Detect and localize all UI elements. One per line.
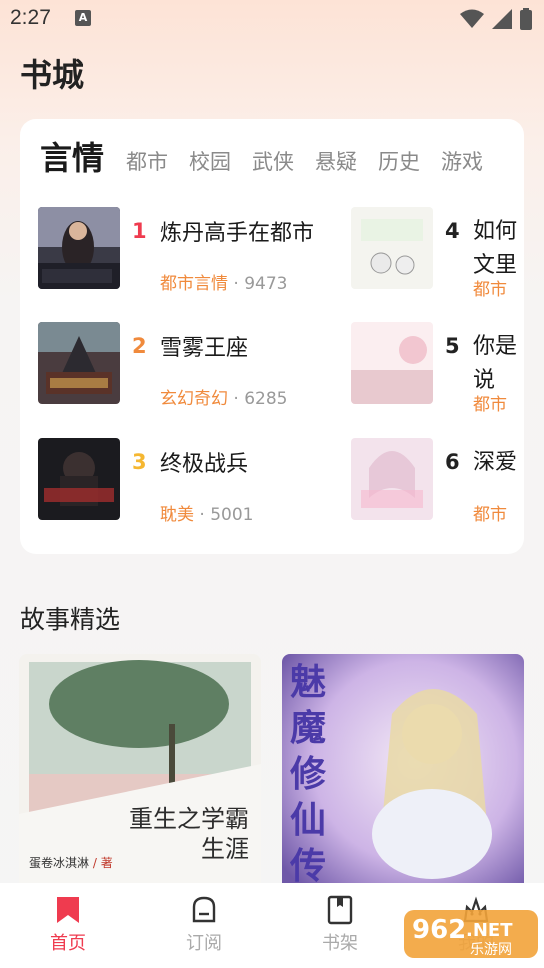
book-cover-6 — [351, 438, 433, 520]
tab-game[interactable]: 游戏 — [441, 146, 483, 176]
book-item-1[interactable]: 1 炼丹高手在都市 都市言情 · 9473 — [38, 207, 358, 294]
book-item-6[interactable]: 6 深爱 都市 — [351, 438, 524, 525]
book-item-4[interactable]: 4 如何文里 都市 — [351, 207, 524, 300]
book-category: 都市 — [473, 505, 507, 525]
notification-icon: A — [75, 10, 91, 26]
book-title: 深爱 — [473, 450, 518, 475]
nav-subscribe[interactable]: 订阅 — [164, 895, 244, 955]
nav-label: 书架 — [322, 933, 358, 954]
book-meta: 都市 — [473, 500, 507, 525]
book-category: 都市言情 — [160, 274, 228, 294]
book-category: 都市 — [473, 395, 507, 415]
book-sep: · — [228, 274, 245, 294]
story-cover-title: 魅魔修仙传 — [290, 662, 327, 887]
page-title: 书城 — [20, 56, 85, 94]
ranking-card: 言情 都市 校园 武侠 悬疑 历史 游戏 1 炼丹高手在都市 都市言情 · 94… — [20, 119, 524, 554]
nav-home[interactable]: 首页 — [28, 895, 108, 955]
svg-text:乐游网: 乐游网 — [470, 942, 512, 958]
book-meta: 玄幻奇幻 · 6285 — [160, 384, 287, 409]
book-title: 如何文里 — [473, 219, 518, 278]
category-tabs: 言情 都市 校园 武侠 悬疑 历史 游戏 — [40, 133, 504, 179]
book-meta: 都市 — [473, 390, 507, 415]
story-author: 蛋卷冰淇淋 — [29, 856, 90, 870]
rank-number: 5 — [445, 334, 460, 358]
book-sep: · — [228, 389, 245, 409]
rank-number: 3 — [132, 450, 147, 474]
nav-label: 首页 — [50, 933, 86, 954]
book-sep: · — [194, 505, 211, 525]
subscribe-icon — [192, 896, 216, 923]
story-card-1[interactable]: 重生之学霸生涯 蛋卷冰淇淋 / 著 — [19, 654, 261, 894]
watermark-logo: 962 .NET 乐游网 — [404, 906, 538, 962]
svg-text:.NET: .NET — [466, 920, 513, 941]
status-time: 2:27 — [10, 6, 51, 29]
story-cover-title: 重生之学霸生涯 — [129, 805, 249, 863]
story-author-line: 蛋卷冰淇淋 / 著 — [29, 854, 113, 871]
bookmark-icon — [57, 897, 79, 923]
rank-number: 2 — [132, 334, 147, 358]
section-title: 故事精选 — [20, 605, 121, 634]
book-cover-1 — [38, 207, 120, 289]
book-category: 都市 — [473, 280, 507, 300]
rank-number: 1 — [132, 219, 147, 243]
book-meta: 都市言情 · 9473 — [160, 269, 287, 294]
book-count: 9473 — [244, 274, 288, 294]
book-cover-3 — [38, 438, 120, 520]
book-title: 你是说 — [473, 334, 518, 393]
book-item-5[interactable]: 5 你是说 都市 — [351, 322, 524, 415]
bookshelf-icon — [327, 895, 353, 925]
book-meta: 耽美 · 5001 — [160, 500, 253, 525]
nav-bookshelf[interactable]: 书架 — [300, 895, 380, 955]
book-title: 终极战兵 — [160, 452, 249, 477]
status-icons — [460, 8, 532, 30]
book-cover-4 — [351, 207, 433, 289]
book-title: 炼丹高手在都市 — [160, 221, 315, 246]
story-card-2[interactable]: 魅魔修仙传 — [282, 654, 524, 894]
status-bar: 2:27 A — [0, 0, 544, 36]
tab-mystery[interactable]: 悬疑 — [315, 146, 357, 176]
book-meta: 都市 — [473, 275, 507, 300]
tab-urban[interactable]: 都市 — [126, 146, 168, 176]
battery-icon — [520, 8, 532, 30]
book-category: 耽美 — [160, 505, 194, 525]
signal-icon — [492, 9, 512, 29]
book-category: 玄幻奇幻 — [160, 389, 228, 409]
nav-label: 订阅 — [186, 933, 222, 954]
svg-text:962: 962 — [412, 915, 466, 945]
wifi-icon — [460, 9, 484, 28]
book-title: 雪雾王座 — [160, 336, 249, 361]
book-item-2[interactable]: 2 雪雾王座 玄幻奇幻 · 6285 — [38, 322, 358, 409]
rank-number: 6 — [445, 450, 460, 474]
book-cover-2 — [38, 322, 120, 404]
tab-history[interactable]: 历史 — [378, 146, 420, 176]
tab-romance[interactable]: 言情 — [40, 133, 104, 179]
tab-campus[interactable]: 校园 — [189, 146, 231, 176]
rank-number: 4 — [445, 219, 460, 243]
book-cover-5 — [351, 322, 433, 404]
story-author-suffix: / 著 — [92, 856, 113, 870]
book-count: 6285 — [244, 389, 288, 409]
book-item-3[interactable]: 3 终极战兵 耽美 · 5001 — [38, 438, 358, 525]
book-count: 5001 — [210, 505, 254, 525]
tab-martial[interactable]: 武侠 — [252, 146, 294, 176]
